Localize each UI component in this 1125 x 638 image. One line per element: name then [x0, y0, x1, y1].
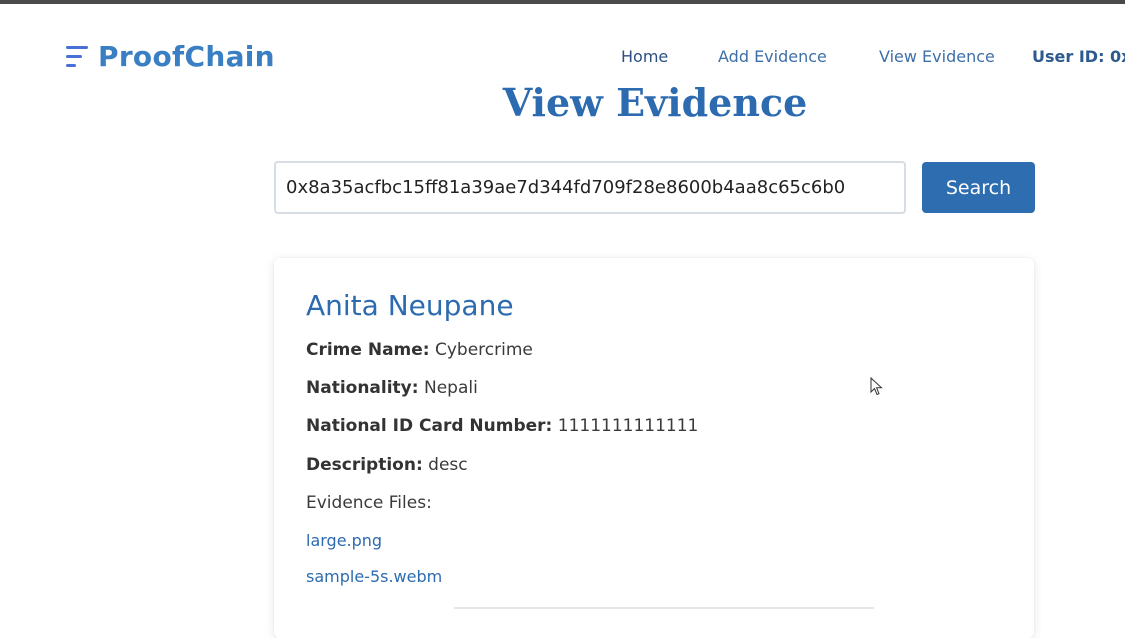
- search-button[interactable]: Search: [922, 162, 1035, 213]
- window-top-border: [0, 0, 1125, 4]
- description-label: Description:: [306, 455, 423, 475]
- user-id-label: User ID: 0x4: [1032, 47, 1125, 66]
- nationality-label: Nationality:: [306, 378, 419, 398]
- mouse-cursor-icon: [870, 377, 883, 396]
- evidence-hash-search-input[interactable]: [274, 161, 906, 214]
- crime-name-label: Crime Name:: [306, 340, 430, 360]
- description-field: Description: desc: [306, 455, 468, 475]
- crime-name-field: Crime Name: Cybercrime: [306, 340, 533, 360]
- top-nav: Home Add Evidence View Evidence User ID:…: [0, 47, 1125, 67]
- nationality-value: Nepali: [423, 378, 478, 398]
- description-value: desc: [428, 455, 468, 475]
- evidence-file-link[interactable]: sample-5s.webm: [306, 567, 442, 586]
- suspect-name: Anita Neupane: [306, 289, 514, 322]
- national-id-value: 1111111111111: [557, 416, 699, 436]
- media-preview-edge: [454, 607, 874, 609]
- nav-home-link[interactable]: Home: [621, 47, 668, 66]
- national-id-field: National ID Card Number: 1111111111111: [306, 416, 698, 436]
- nationality-field: Nationality: Nepali: [306, 378, 478, 398]
- nav-add-evidence-link[interactable]: Add Evidence: [718, 47, 827, 66]
- page-title: View Evidence: [502, 80, 808, 125]
- evidence-file-link[interactable]: large.png: [306, 531, 382, 550]
- evidence-files-label: Evidence Files:: [306, 493, 432, 513]
- crime-name-value: Cybercrime: [435, 340, 533, 360]
- national-id-label: National ID Card Number:: [306, 416, 553, 436]
- evidence-card: Anita Neupane Crime Name: Cybercrime Nat…: [274, 258, 1034, 638]
- nav-view-evidence-link[interactable]: View Evidence: [879, 47, 995, 66]
